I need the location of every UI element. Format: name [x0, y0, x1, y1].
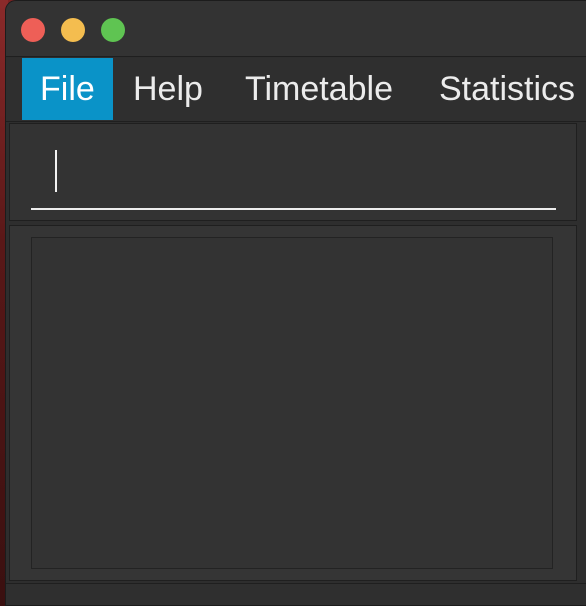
menu-file[interactable]: File [22, 58, 113, 120]
command-input-panel [9, 123, 577, 221]
minimize-window-button[interactable] [61, 18, 85, 42]
menu-timetable[interactable]: Timetable [227, 58, 411, 120]
status-bar [6, 583, 586, 605]
zoom-window-button[interactable] [101, 18, 125, 42]
result-panel [9, 225, 577, 581]
menu-statistics[interactable]: Statistics [421, 58, 586, 120]
close-window-button[interactable] [21, 18, 45, 42]
menu-bar: File Help Timetable Statistics [6, 58, 586, 122]
menu-help[interactable]: Help [115, 58, 221, 120]
title-bar [6, 1, 586, 57]
result-display[interactable] [31, 237, 553, 569]
app-window: File Help Timetable Statistics [5, 0, 586, 606]
command-input[interactable] [31, 138, 556, 210]
text-cursor [55, 150, 57, 192]
